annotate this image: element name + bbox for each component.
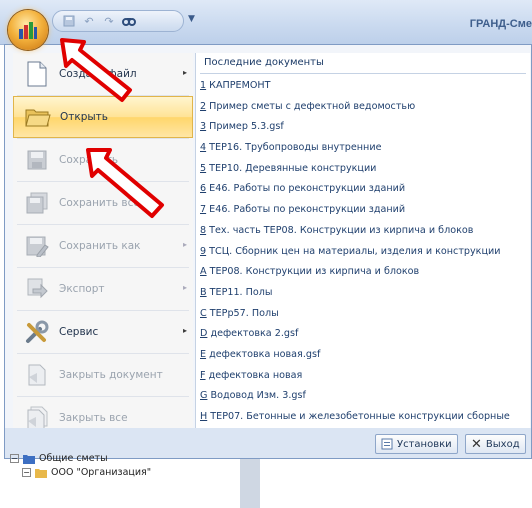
recent-item-name: ТЕРр57. Полы bbox=[206, 307, 279, 319]
save-as-icon bbox=[23, 232, 51, 260]
recent-item[interactable]: A ТЕР08. Конструкции из кирпича и блоков bbox=[200, 262, 530, 283]
recent-item-name: Пример сметы с дефектной ведомостью bbox=[206, 100, 416, 112]
recent-item[interactable]: 4 ТЕР16. Трубопроводы внутренние bbox=[200, 138, 530, 159]
new-file-icon bbox=[23, 60, 51, 88]
submenu-arrow-icon: ▸ bbox=[182, 283, 187, 292]
recent-item[interactable]: H ТЕР07. Бетонные и железобетонные конст… bbox=[200, 407, 530, 428]
save-all-icon bbox=[23, 189, 51, 217]
recent-item[interactable]: 9 ТСЦ. Сборник цен на материалы, изделия… bbox=[200, 242, 530, 263]
qat-customize-icon[interactable]: ▼ bbox=[188, 14, 195, 24]
export-icon bbox=[23, 275, 51, 303]
tree-item-organization[interactable]: − ООО "Организация" bbox=[22, 467, 151, 478]
access-key: B bbox=[200, 286, 207, 298]
recent-item[interactable]: 1 КАПРЕМОНТ bbox=[200, 76, 530, 97]
tree-item-label: ООО "Организация" bbox=[51, 467, 152, 478]
menu-item-label: Сохранить bbox=[59, 154, 119, 166]
menu-item-label: Создать файл bbox=[59, 68, 137, 80]
menu-item-open[interactable]: Открыть bbox=[13, 96, 193, 138]
recent-item-name: ТЕР16. Трубопроводы внутренние bbox=[206, 142, 382, 154]
app-title: ГРАНД-Сме bbox=[469, 18, 532, 30]
exit-icon: ✕ bbox=[471, 436, 482, 452]
menu-item-export[interactable]: Экспорт ▸ bbox=[13, 268, 193, 310]
recent-item[interactable]: D дефектовка 2.gsf bbox=[200, 324, 530, 345]
recent-item-name: дефектовка новая.gsf bbox=[206, 348, 321, 360]
menu-item-label: Экспорт bbox=[59, 283, 105, 295]
menu-item-save[interactable]: Сохранить bbox=[13, 139, 193, 181]
open-folder-icon bbox=[24, 103, 52, 131]
close-document-icon bbox=[23, 361, 51, 389]
recent-item-name: Водовод Изм. 3.gsf bbox=[207, 390, 306, 402]
exit-button-label: Выход bbox=[485, 438, 520, 450]
tree-item-label: Общие сметы bbox=[39, 453, 108, 464]
undo-icon[interactable]: ↶ bbox=[81, 13, 97, 29]
recent-item-name: ТЕР08. Конструкции из кирпича и блоков bbox=[206, 266, 420, 278]
submenu-arrow-icon: ▸ bbox=[182, 240, 187, 249]
recent-item[interactable]: 2 Пример сметы с дефектной ведомостью bbox=[200, 97, 530, 118]
folder-icon bbox=[23, 454, 35, 464]
project-tree: − Общие сметы − ООО "Организация" bbox=[0, 453, 532, 508]
recent-item[interactable]: 8 Тех. часть ТЕР08. Конструкции из кирпи… bbox=[200, 221, 530, 242]
expand-icon[interactable]: − bbox=[22, 468, 31, 477]
menu-item-label: Сохранить как bbox=[59, 240, 141, 252]
settings-button-label: Установки bbox=[397, 438, 452, 450]
menu-item-label: Сохранить все bbox=[59, 197, 140, 209]
recent-item-name: ТЕР07. Бетонные и железобетонные констру… bbox=[207, 411, 510, 422]
app-logo-icon bbox=[19, 22, 37, 39]
recent-item-name: Пример 5.3.gsf bbox=[206, 121, 284, 133]
recent-item-name: дефектовка 2.gsf bbox=[207, 328, 299, 340]
menu-item-save-as[interactable]: Сохранить как ▸ bbox=[13, 225, 193, 267]
application-menu: Создать файл ▸ Открыть Сохранить Сохрани… bbox=[4, 44, 532, 459]
exit-button[interactable]: ✕ Выход bbox=[465, 434, 526, 454]
menu-item-label: Сервис bbox=[59, 326, 99, 338]
folder-icon bbox=[35, 468, 47, 478]
recent-item[interactable]: F дефектовка новая bbox=[200, 366, 530, 387]
application-menu-button[interactable] bbox=[8, 10, 48, 50]
expand-icon[interactable]: − bbox=[10, 454, 19, 463]
recent-item[interactable]: B ТЕР11. Полы bbox=[200, 283, 530, 304]
recent-item[interactable]: C ТЕРр57. Полы bbox=[200, 304, 530, 325]
menu-item-label: Закрыть документ bbox=[59, 369, 163, 381]
recent-documents-title: Последние документы bbox=[200, 53, 526, 74]
tools-icon bbox=[23, 318, 51, 346]
quick-access-toolbar: ↶ ↷ bbox=[52, 10, 184, 32]
title-bar: ↶ ↷ ▼ ГРАНД-Сме bbox=[0, 0, 532, 45]
recent-documents-panel: Последние документы 1 КАПРЕМОНТ 2 Пример… bbox=[195, 53, 530, 428]
recent-item-name: КАПРЕМОНТ bbox=[206, 80, 271, 91]
menu-item-label: Закрыть все bbox=[59, 412, 128, 424]
settings-button[interactable]: Установки bbox=[375, 434, 458, 454]
menu-item-service[interactable]: Сервис ▸ bbox=[13, 311, 193, 353]
menu-commands: Создать файл ▸ Открыть Сохранить Сохрани… bbox=[13, 53, 193, 430]
recent-documents-list: 1 КАПРЕМОНТ 2 Пример сметы с дефектной в… bbox=[196, 74, 530, 428]
redo-icon[interactable]: ↷ bbox=[101, 13, 117, 29]
recent-item[interactable]: 7 Е46. Работы по реконструкции зданий bbox=[200, 200, 530, 221]
recent-item-name: Тех. часть ТЕР08. Конструкции из кирпича… bbox=[206, 224, 474, 236]
save-icon[interactable] bbox=[61, 13, 77, 29]
menu-item-close-document[interactable]: Закрыть документ bbox=[13, 354, 193, 396]
recent-item-name: ТЕР11. Полы bbox=[206, 286, 273, 298]
find-icon[interactable] bbox=[121, 13, 137, 29]
menu-item-save-all[interactable]: Сохранить все bbox=[13, 182, 193, 224]
save-icon bbox=[23, 146, 51, 174]
access-key: C bbox=[200, 307, 207, 319]
menu-item-create-file[interactable]: Создать файл ▸ bbox=[13, 53, 193, 95]
settings-icon bbox=[381, 438, 393, 450]
submenu-arrow-icon: ▸ bbox=[182, 68, 187, 77]
recent-item-name: Е46. Работы по реконструкции зданий bbox=[206, 183, 406, 195]
recent-item-name: дефектовка новая bbox=[205, 369, 303, 381]
access-key: A bbox=[200, 266, 207, 278]
recent-item-name: Е46. Работы по реконструкции зданий bbox=[206, 204, 406, 216]
splitter[interactable] bbox=[240, 459, 260, 508]
recent-item[interactable]: G Водовод Изм. 3.gsf bbox=[200, 386, 530, 407]
recent-item[interactable]: E дефектовка новая.gsf bbox=[200, 345, 530, 366]
recent-item[interactable]: 5 ТЕР10. Деревянные конструкции bbox=[200, 159, 530, 180]
tree-item-general-estimates[interactable]: − Общие сметы bbox=[10, 453, 108, 464]
recent-item[interactable]: 3 Пример 5.3.gsf bbox=[200, 117, 530, 138]
recent-item-name: ТСЦ. Сборник цен на материалы, изделия и… bbox=[206, 245, 501, 257]
submenu-arrow-icon: ▸ bbox=[182, 326, 187, 335]
recent-item[interactable]: 6 Е46. Работы по реконструкции зданий bbox=[200, 179, 530, 200]
menu-item-label: Открыть bbox=[60, 111, 108, 123]
recent-item-name: ТЕР10. Деревянные конструкции bbox=[206, 162, 377, 174]
